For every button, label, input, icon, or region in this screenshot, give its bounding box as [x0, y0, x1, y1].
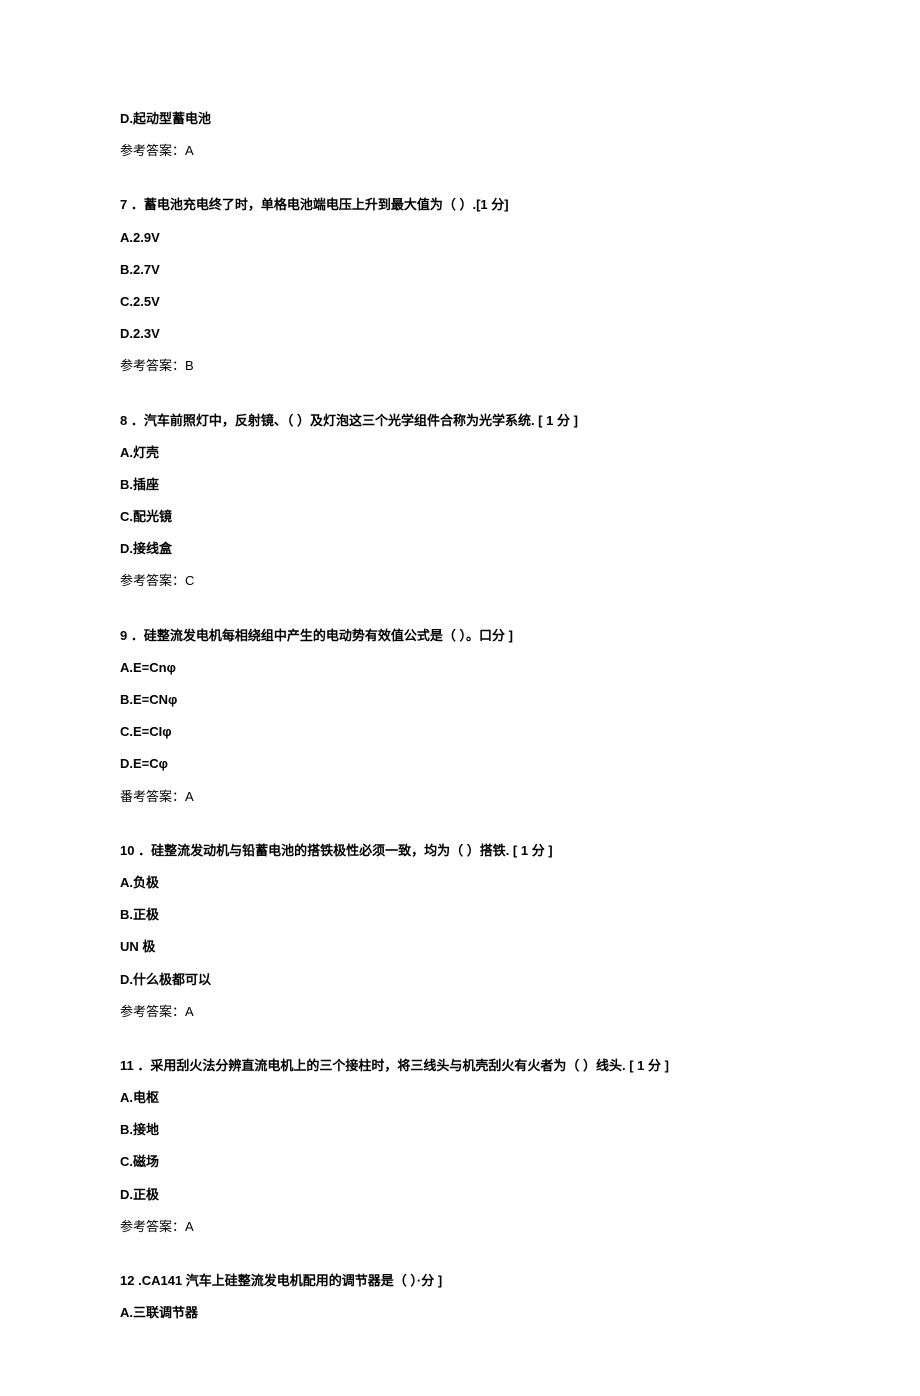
q7-stem: 7 ．蓄电池充电终了时，单格电池端电压上升到最大值为（ ）.[1 分] — [120, 196, 800, 214]
q6-answer-text: 参考答案：A — [120, 143, 194, 158]
q11-stem-text: ．采用刮火法分辨直流电机上的三个接柱时，将三线头与机壳刮火有火者为（ ）线头. … — [134, 1058, 669, 1073]
q10-answer: 参考答案：A — [120, 1003, 800, 1021]
q11-option-d: D.正极 — [120, 1186, 800, 1204]
q9-option-c: C.E=CIφ — [120, 723, 800, 741]
q7-option-c: C.2.5V — [120, 293, 800, 311]
q8-stem-text: ．汽车前照灯中，反射镜、（ ）及灯泡这三个光学组件合称为光学系统. [ 1 分 … — [127, 413, 578, 428]
q10-option-d: D.什么极都可以 — [120, 971, 800, 989]
q12-number: 12 — [120, 1273, 134, 1288]
q11-answer-text: 参考答案：A — [120, 1219, 194, 1234]
q12-stem: 12 .CA141 汽车上硅整流发电机配用的调节器是（ ）·分 ] — [120, 1272, 800, 1290]
q11-option-a: A.电枢 — [120, 1089, 800, 1107]
document-page: D.起动型蓄电池 参考答案：A 7 ．蓄电池充电终了时，单格电池端电压上升到最大… — [0, 0, 920, 1396]
q11-option-c: C.磁场 — [120, 1153, 800, 1171]
q6-answer: 参考答案：A — [120, 142, 800, 160]
q7-stem-text: ．蓄电池充电终了时，单格电池端电压上升到最大值为（ ）.[1 分] — [127, 197, 508, 212]
q9-stem: 9 ．硅整流发电机每相绕组中产生的电动势有效值公式是（ ）。口分 ] — [120, 627, 800, 645]
q11-answer: 参考答案：A — [120, 1218, 800, 1236]
q9-option-b: B.E=CNφ — [120, 691, 800, 709]
q8-answer: 参考答案：C — [120, 572, 800, 590]
q6-option-d: D.起动型蓄电池 — [120, 110, 800, 128]
q8-answer-text: 参考答案：C — [120, 573, 194, 588]
q9-option-a: A.E=Cnφ — [120, 659, 800, 677]
q7-option-d: D.2.3V — [120, 325, 800, 343]
q8-stem: 8 ．汽车前照灯中，反射镜、（ ）及灯泡这三个光学组件合称为光学系统. [ 1 … — [120, 412, 800, 430]
q8-option-d: D.接线盒 — [120, 540, 800, 558]
q11-number: 11 — [120, 1058, 134, 1073]
q10-option-b: B.正极 — [120, 906, 800, 924]
q12-option-a: A.三联调节器 — [120, 1304, 800, 1322]
q11-option-b: B.接地 — [120, 1121, 800, 1139]
q7-option-b: B.2.7V — [120, 261, 800, 279]
q12-stem-text: .CA141 汽车上硅整流发电机配用的调节器是（ ）·分 ] — [134, 1273, 442, 1288]
q10-option-a: A.负极 — [120, 874, 800, 892]
q11-stem: 11 ．采用刮火法分辨直流电机上的三个接柱时，将三线头与机壳刮火有火者为（ ）线… — [120, 1057, 800, 1075]
q10-stem: 10 ．硅整流发动机与铅蓄电池的搭铁极性必须一致，均为（ ）搭铁. [ 1 分 … — [120, 842, 800, 860]
q9-answer: 番考答案：A — [120, 788, 800, 806]
q9-answer-text: 番考答案：A — [120, 789, 194, 804]
q8-option-c: C.配光镜 — [120, 508, 800, 526]
q10-stem-text: ．硅整流发动机与铅蓄电池的搭铁极性必须一致，均为（ ）搭铁. [ 1 分 ] — [134, 843, 552, 858]
q9-option-d: D.E=Cφ — [120, 755, 800, 773]
q10-option-c: UN 极 — [120, 938, 800, 956]
q7-answer-text: 参考答案：B — [120, 358, 194, 373]
q7-option-a: A.2.9V — [120, 229, 800, 247]
q7-answer: 参考答案：B — [120, 357, 800, 375]
q9-stem-text: ．硅整流发电机每相绕组中产生的电动势有效值公式是（ ）。口分 ] — [127, 628, 513, 643]
q8-option-a: A.灯壳 — [120, 444, 800, 462]
q10-answer-text: 参考答案：A — [120, 1004, 194, 1019]
q10-number: 10 — [120, 843, 134, 858]
q8-option-b: B.插座 — [120, 476, 800, 494]
